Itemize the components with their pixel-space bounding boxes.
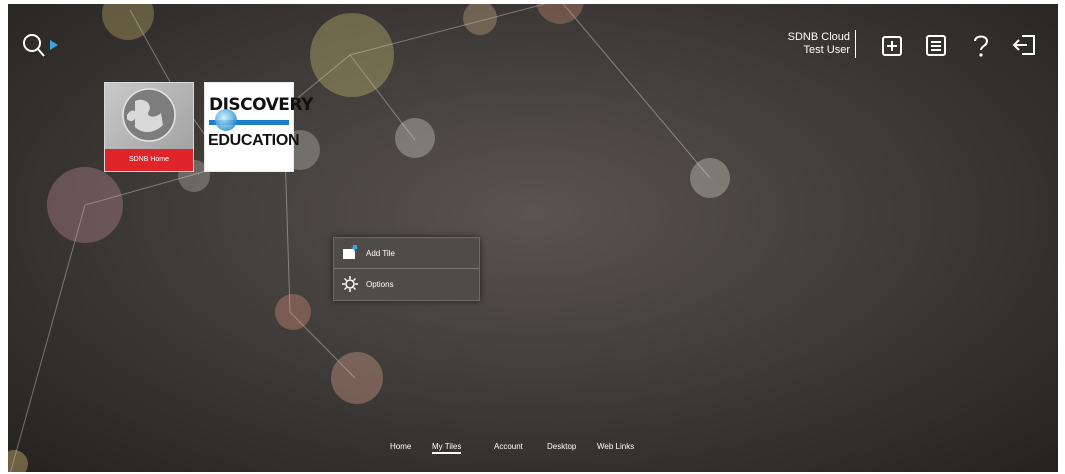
help-icon	[974, 35, 989, 57]
logout-icon	[1012, 35, 1035, 55]
tile-discovery-education[interactable]: DISCOVERY EDUCATION	[204, 82, 313, 172]
screen-border-right	[1058, 0, 1065, 474]
context-menu-options[interactable]: Options	[334, 269, 479, 299]
screen-border-left	[0, 0, 8, 474]
add-tile-icon	[882, 36, 902, 56]
nav-home[interactable]: Home	[390, 442, 411, 451]
desktop-background: SDNB Cloud Test User SDNB Home DISCOVERY…	[0, 0, 1065, 474]
account-user: Test User	[803, 44, 850, 56]
account-info: SDNB Cloud Test User	[788, 31, 850, 57]
add-tile-button[interactable]	[880, 32, 906, 58]
notes-icon	[926, 35, 946, 56]
expand-arrow-icon	[50, 40, 58, 50]
search-icon	[23, 34, 58, 57]
globe-icon	[122, 88, 176, 142]
account-org: SDNB Cloud	[787, 31, 850, 43]
add-tile-icon	[343, 245, 358, 259]
context-menu-add-tile[interactable]: Add Tile	[334, 238, 479, 268]
tile-label: SDNB Home	[105, 149, 193, 171]
nav-account[interactable]: Account	[494, 442, 523, 451]
search-button[interactable]	[22, 33, 62, 61]
nav-web-links[interactable]: Web Links	[597, 442, 634, 451]
screen-border-top	[0, 0, 1065, 4]
nav-my-tiles[interactable]: My Tiles	[432, 442, 462, 454]
header-divider	[855, 30, 856, 58]
add-tile-label: Add Tile	[366, 249, 395, 258]
logout-button[interactable]	[1012, 32, 1038, 58]
nav-desktop[interactable]: Desktop	[547, 442, 576, 451]
options-label: Options	[366, 280, 394, 289]
gear-icon	[342, 276, 358, 292]
discovery-logo-bottom: EDUCATION	[208, 132, 300, 149]
context-menu: Add Tile Options	[333, 237, 480, 301]
tile-sdnb-home[interactable]: SDNB Home	[104, 82, 194, 172]
discovery-globe-icon	[215, 109, 237, 131]
background-bubbles-decoration	[0, 0, 730, 474]
help-button[interactable]	[969, 32, 995, 58]
notes-button[interactable]	[924, 32, 950, 58]
